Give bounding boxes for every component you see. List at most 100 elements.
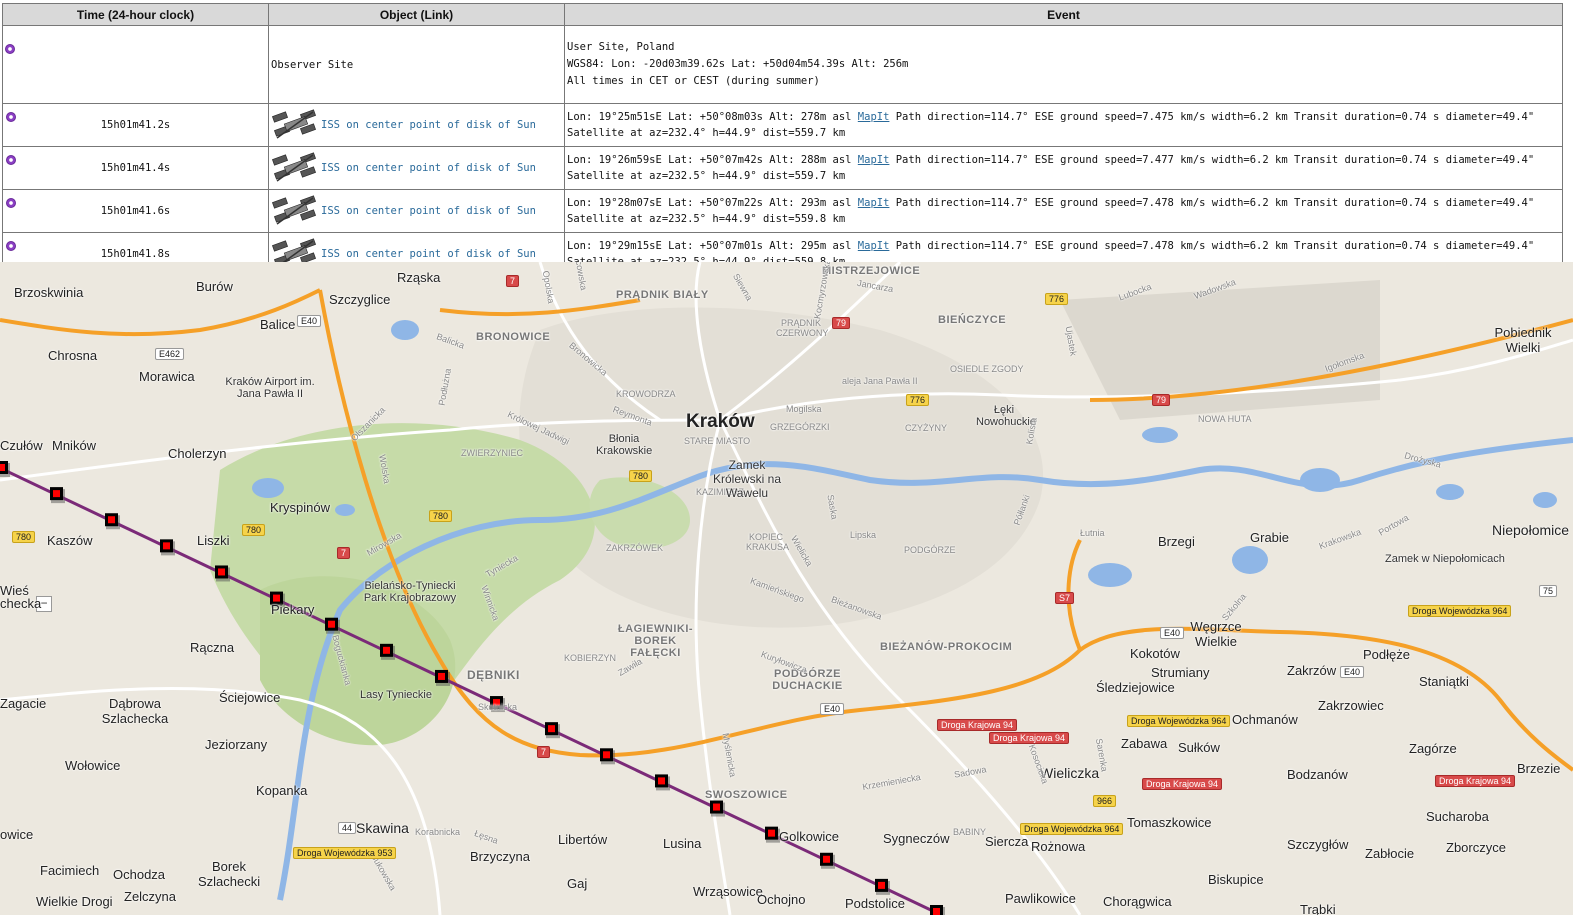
place-label: Sułków <box>1178 740 1220 755</box>
event-details: Path direction=114.7° ESE ground speed=7… <box>889 111 1535 123</box>
park-label: Lasy Tynieckie <box>360 689 432 701</box>
track-marker-fill <box>218 568 225 576</box>
road-shield: 75 <box>1539 585 1558 597</box>
street-label: Korabnicka <box>415 827 461 837</box>
observer-line: All times in CET or CEST (during summer) <box>567 75 820 87</box>
road-shield: 780 <box>242 524 266 536</box>
place-label: Zakrzów <box>1287 663 1337 678</box>
event-details: Lon: 19°29m15sE Lat: +50°07m01s Alt: 295… <box>567 240 858 252</box>
district-label: STARE MIASTO <box>684 436 751 446</box>
street-label: aleja Jana Pawła II <box>842 376 918 386</box>
table-row: 15h01m41.4s ISS on center point of disk … <box>2 146 1563 190</box>
place-label: Węgrzce Wielkie <box>1190 619 1242 649</box>
event-details: Satellite at az=232.5° h=44.9° dist=559.… <box>567 170 846 182</box>
district-label: ZWIERZYNIEC <box>461 448 523 458</box>
district-label: KOBIERZYN <box>564 653 617 663</box>
place-label: Mników <box>52 438 97 453</box>
observer-line: WGS84: Lon: -20d03m39.62s Lat: +50d04m54… <box>567 58 909 70</box>
event-cell: Lon: 19°25m51sE Lat: +50°08m03s Alt: 278… <box>564 103 1563 147</box>
place-label: Grabie <box>1250 530 1290 545</box>
road-shield: Droga Krajowa 94 <box>1142 778 1223 790</box>
place-label: Czułów <box>0 438 43 453</box>
event-details: Path direction=114.7° ESE ground speed=7… <box>889 197 1535 209</box>
object-link[interactable]: ISS on center point of disk of Sun <box>321 162 536 174</box>
header-time: Time (24-hour clock) <box>2 3 269 26</box>
road-shield: Droga Wojewódzka 964 <box>1408 605 1512 617</box>
place-label: Wołowice <box>65 758 121 773</box>
place-label: Podstolice <box>845 896 905 911</box>
road-shield: 79 <box>1152 394 1171 406</box>
object-cell: ISS on center point of disk of Sun <box>268 103 565 147</box>
road-shield: Droga Krajowa 94 <box>989 732 1070 744</box>
track-marker-fill <box>823 855 830 863</box>
road-shield: 776 <box>1045 293 1069 305</box>
table-row: 15h01m41.6s ISS on center point of disk … <box>2 189 1563 233</box>
landmark-label: Zamek w Niepołomicach <box>1385 553 1505 565</box>
road-shield: 966 <box>1093 795 1117 807</box>
mapit-link[interactable]: MapIt <box>858 154 890 166</box>
track-marker-fill <box>658 777 665 785</box>
track-marker-fill <box>438 672 445 680</box>
object-link[interactable]: ISS on center point of disk of Sun <box>321 205 536 217</box>
road-shield: Droga Wojewódzka 964 <box>1127 715 1231 727</box>
place-label: Szczyglice <box>329 292 391 307</box>
planet-icon <box>6 155 16 165</box>
track-marker-fill <box>0 464 5 471</box>
planet-icon <box>5 44 15 54</box>
place-label: Brzoskwinia <box>14 285 84 300</box>
track-marker-fill <box>383 646 390 654</box>
place-label: Zborczyce <box>1446 840 1506 855</box>
place-label: Chorągwica <box>1103 894 1172 909</box>
observer-event-cell: User Site, Poland WGS84: Lon: -20d03m39.… <box>564 25 1563 104</box>
district-label: PODGÓRZE <box>904 545 956 555</box>
place-label: Wrząsowice <box>693 884 763 899</box>
track-marker-fill <box>713 803 720 811</box>
place-label: Niepołomice <box>1492 522 1570 538</box>
place-label: Bodzanów <box>1287 767 1348 782</box>
road-shield: 780 <box>429 510 453 522</box>
track-marker-fill <box>108 516 115 524</box>
place-label: Facimiech <box>40 863 100 878</box>
object-cell: ISS on center point of disk of Sun <box>268 189 565 233</box>
place-label: Rożnowa <box>1031 839 1086 854</box>
district-label: OSIEDLE ZGODY <box>950 364 1024 374</box>
event-details: Lon: 19°26m59sE Lat: +50°07m42s Alt: 288… <box>567 154 858 166</box>
planet-icon <box>6 112 16 122</box>
road-shield: Droga Krajowa 94 <box>1435 775 1516 787</box>
place-label: Zagórze <box>1409 741 1457 756</box>
event-cell: Lon: 19°28m07sE Lat: +50°07m22s Alt: 293… <box>564 189 1563 233</box>
header-object: Object (Link) <box>268 3 565 26</box>
road-shield: 776 <box>906 394 930 406</box>
transit-results-table: Time (24-hour clock) Object (Link) Event… <box>2 3 1563 276</box>
district-label: BIEŻANÓW-PROKOCIM <box>880 641 1013 653</box>
mapit-link[interactable]: MapIt <box>858 240 890 252</box>
map-view[interactable]: − MISTRZEJOWICE PRĄDNIK BIAŁY BRONOWICE … <box>0 262 1573 915</box>
place-label: Łęki Nowohuckie <box>976 404 1036 428</box>
event-details: Path direction=114.7° ESE ground speed=7… <box>889 154 1535 166</box>
city-label: Kraków <box>686 411 755 432</box>
place-label: Gaj <box>567 876 588 891</box>
event-time: 15h01m41.4s <box>100 162 171 174</box>
mapit-link[interactable]: MapIt <box>858 197 890 209</box>
place-label: Brzegi <box>1158 534 1195 549</box>
observer-row: Observer Site User Site, Poland WGS84: L… <box>2 25 1563 104</box>
event-details: Path direction=114.7° ESE ground speed=7… <box>889 240 1535 252</box>
place-label: Sucharoba <box>1426 809 1489 824</box>
place-label: Libertów <box>558 832 608 847</box>
object-link[interactable]: ISS on center point of disk of Sun <box>321 248 536 260</box>
street-label: Mogilska <box>786 404 822 414</box>
event-details: Lon: 19°25m51sE Lat: +50°08m03s Alt: 278… <box>567 111 858 123</box>
district-label: PRĄDNIK CZERWONY <box>776 318 829 338</box>
road-shield: Droga Wojewódzka 964 <box>1020 823 1124 835</box>
district-label: KOPIEC KRAKUSA <box>746 532 790 552</box>
object-cell: ISS on center point of disk of Sun <box>268 146 565 190</box>
object-link[interactable]: ISS on center point of disk of Sun <box>321 119 536 131</box>
iss-icon <box>272 195 316 225</box>
place-label: owice <box>0 827 34 842</box>
road-shield: 780 <box>629 470 653 482</box>
track-marker-fill <box>878 881 885 889</box>
track-marker-fill <box>273 594 280 602</box>
place-label: Piekary <box>271 602 315 617</box>
place-label: Kopanka <box>256 783 308 798</box>
mapit-link[interactable]: MapIt <box>858 111 890 123</box>
